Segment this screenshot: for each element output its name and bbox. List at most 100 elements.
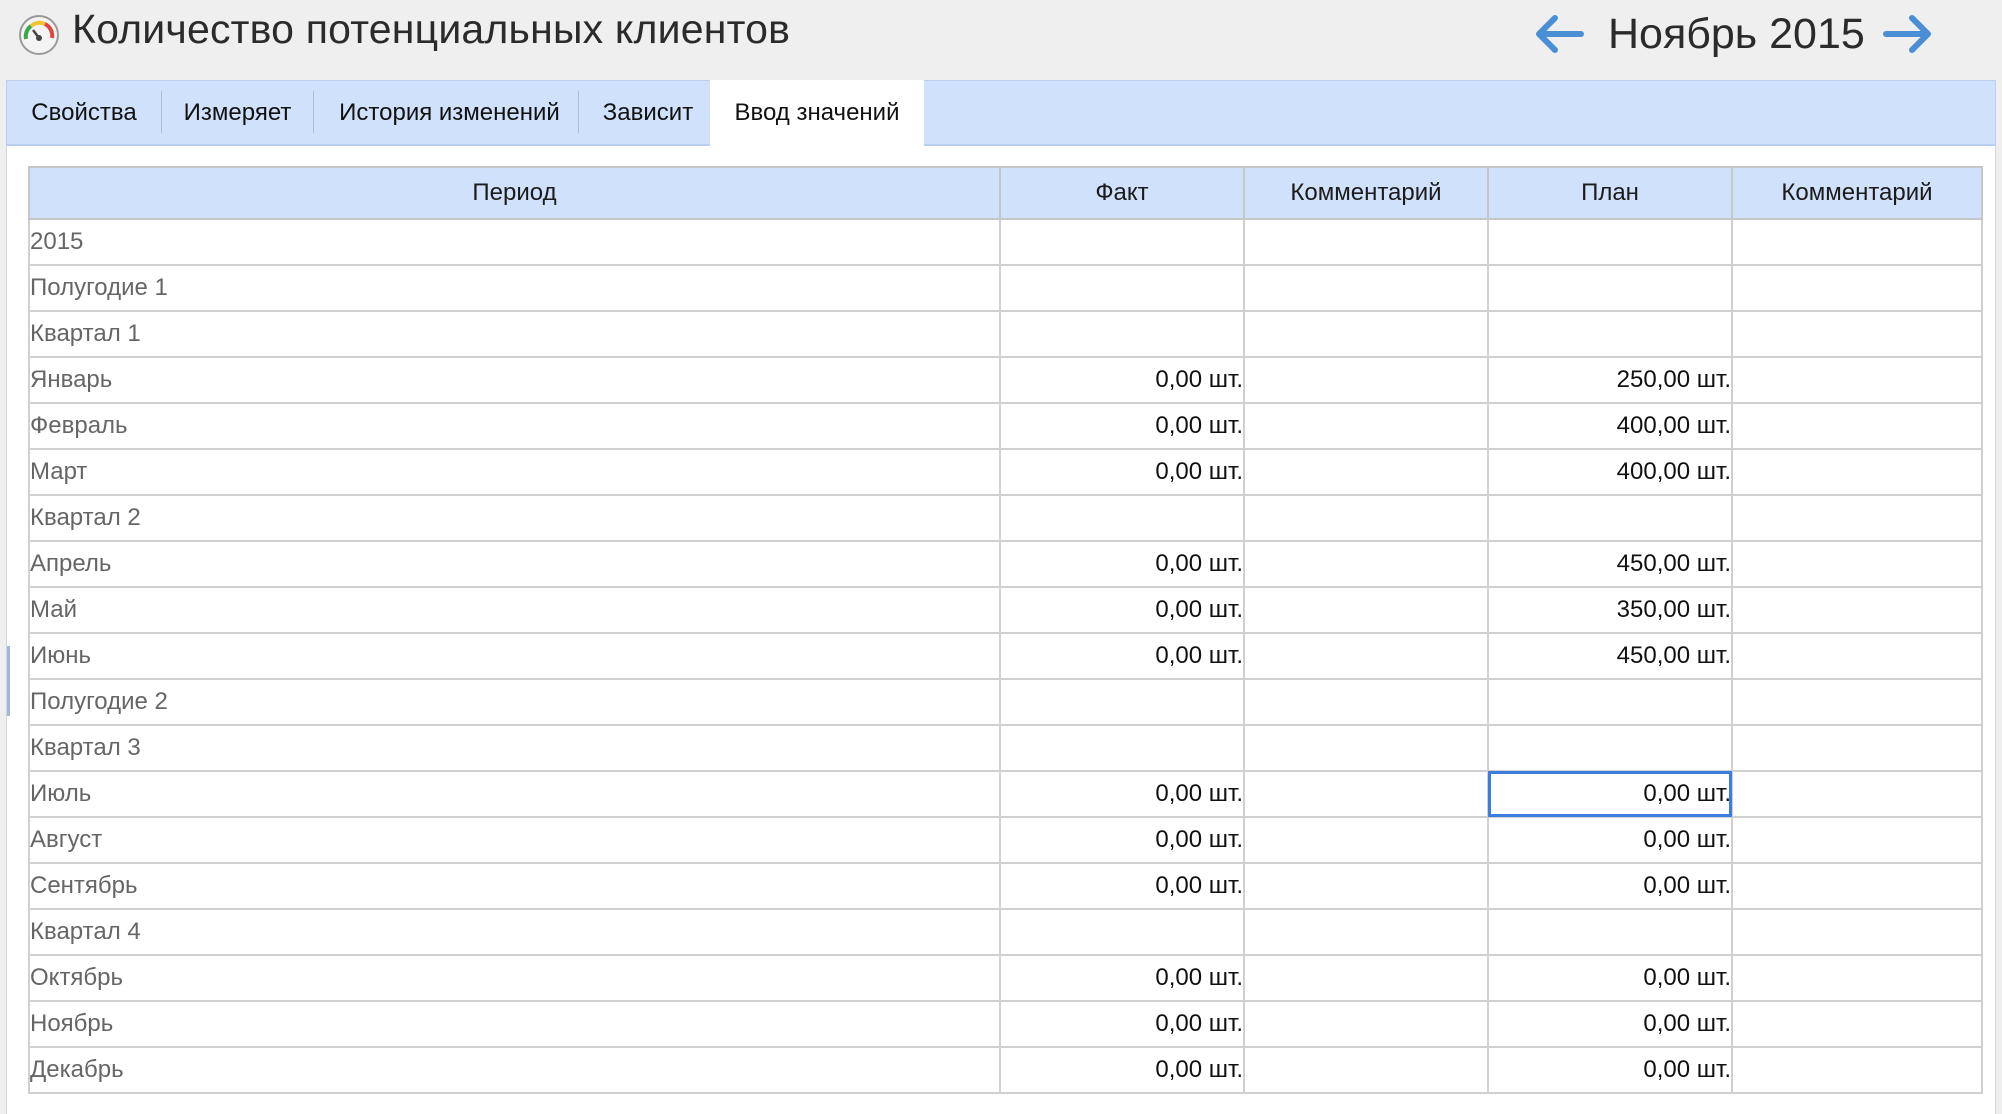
table-row: Февраль 0,00 шт. 400,00 шт. [28,402,1983,450]
plan-comment-cell[interactable] [1731,954,1983,1002]
resize-handle[interactable] [7,646,10,716]
plan-comment-cell[interactable] [1731,218,1983,266]
fact-comment-cell[interactable] [1243,264,1489,312]
period-cell: Квартал 4 [28,908,1001,956]
fact-comment-cell[interactable] [1243,494,1489,542]
fact-value-cell[interactable] [999,218,1245,266]
column-header-fact[interactable]: Факт [999,166,1245,220]
arrow-left-icon[interactable] [1531,12,1585,56]
plan-comment-cell[interactable] [1731,310,1983,358]
column-header-plan-comment[interactable]: Комментарий [1731,166,1983,220]
plan-comment-cell[interactable] [1731,402,1983,450]
plan-value-cell[interactable]: 450,00 шт. [1487,632,1733,680]
plan-value-cell[interactable]: 0,00 шт. [1487,862,1733,910]
plan-value-cell[interactable] [1487,908,1733,956]
fact-value-cell[interactable]: 0,00 шт. [999,862,1245,910]
current-period: Ноябрь 2015 [1608,10,1865,58]
fact-value-cell[interactable]: 0,00 шт. [999,356,1245,404]
tab-change-history[interactable]: История изменений [314,81,585,145]
tab-depends[interactable]: Зависит [579,81,717,145]
fact-comment-cell[interactable] [1243,540,1489,588]
plan-comment-cell[interactable] [1731,448,1983,496]
tab-value-entry[interactable]: Ввод значений [710,80,924,146]
plan-value-cell[interactable] [1487,724,1733,772]
table-row: Квартал 2 [28,494,1983,542]
fact-comment-cell[interactable] [1243,954,1489,1002]
fact-value-cell[interactable] [999,310,1245,358]
table-row: Июнь 0,00 шт. 450,00 шт. [28,632,1983,680]
fact-value-cell[interactable] [999,494,1245,542]
plan-value-cell[interactable] [1487,264,1733,312]
plan-value-cell[interactable]: 350,00 шт. [1487,586,1733,634]
fact-value-cell[interactable]: 0,00 шт. [999,1000,1245,1048]
plan-value-cell[interactable]: 0,00 шт. [1487,816,1733,864]
plan-value-cell[interactable] [1487,310,1733,358]
fact-value-cell[interactable]: 0,00 шт. [999,954,1245,1002]
tab-measures[interactable]: Измеряет [162,81,313,145]
plan-value-cell[interactable]: 250,00 шт. [1487,356,1733,404]
fact-comment-cell[interactable] [1243,632,1489,680]
fact-comment-cell[interactable] [1243,816,1489,864]
plan-comment-cell[interactable] [1731,862,1983,910]
plan-value-cell[interactable]: 450,00 шт. [1487,540,1733,588]
fact-comment-cell[interactable] [1243,218,1489,266]
fact-value-cell[interactable] [999,264,1245,312]
fact-value-cell[interactable]: 0,00 шт. [999,770,1245,818]
fact-comment-cell[interactable] [1243,862,1489,910]
period-cell: Апрель [28,540,1001,588]
plan-value-cell[interactable]: 400,00 шт. [1487,402,1733,450]
fact-comment-cell[interactable] [1243,586,1489,634]
fact-comment-cell[interactable] [1243,310,1489,358]
plan-comment-cell[interactable] [1731,494,1983,542]
plan-value-cell[interactable] [1487,678,1733,726]
tab-properties[interactable]: Свойства [7,81,161,145]
plan-comment-cell[interactable] [1731,724,1983,772]
fact-comment-cell[interactable] [1243,908,1489,956]
column-header-fact-comment[interactable]: Комментарий [1243,166,1489,220]
plan-value-cell[interactable]: 0,00 шт. [1487,1046,1733,1094]
table-row: Ноябрь 0,00 шт. 0,00 шт. [28,1000,1983,1048]
plan-comment-cell[interactable] [1731,356,1983,404]
plan-comment-cell[interactable] [1731,678,1983,726]
fact-value-cell[interactable]: 0,00 шт. [999,586,1245,634]
fact-comment-cell[interactable] [1243,1000,1489,1048]
fact-comment-cell[interactable] [1243,448,1489,496]
plan-value-cell[interactable]: 0,00 шт. [1487,954,1733,1002]
period-cell: Квартал 3 [28,724,1001,772]
plan-comment-cell[interactable] [1731,816,1983,864]
fact-comment-cell[interactable] [1243,724,1489,772]
fact-value-cell[interactable] [999,724,1245,772]
plan-comment-cell[interactable] [1731,1046,1983,1094]
fact-value-cell[interactable]: 0,00 шт. [999,402,1245,450]
arrow-right-icon[interactable] [1882,12,1936,56]
column-header-plan[interactable]: План [1487,166,1733,220]
fact-value-cell[interactable]: 0,00 шт. [999,816,1245,864]
plan-value-cell[interactable] [1487,494,1733,542]
fact-value-cell[interactable]: 0,00 шт. [999,1046,1245,1094]
plan-value-cell[interactable] [1487,218,1733,266]
plan-comment-cell[interactable] [1731,540,1983,588]
plan-comment-cell[interactable] [1731,770,1983,818]
column-header-period[interactable]: Период [28,166,1001,220]
plan-comment-cell[interactable] [1731,586,1983,634]
period-cell: Январь [28,356,1001,404]
fact-comment-cell[interactable] [1243,1046,1489,1094]
plan-value-cell[interactable]: 0,00 шт. [1487,770,1733,818]
fact-value-cell[interactable] [999,908,1245,956]
header-bar: Количество потенциальных клиентов Ноябрь… [0,0,2002,80]
plan-comment-cell[interactable] [1731,1000,1983,1048]
fact-comment-cell[interactable] [1243,356,1489,404]
fact-value-cell[interactable] [999,678,1245,726]
plan-comment-cell[interactable] [1731,632,1983,680]
fact-comment-cell[interactable] [1243,402,1489,450]
plan-comment-cell[interactable] [1731,908,1983,956]
period-cell: 2015 [28,218,1001,266]
fact-value-cell[interactable]: 0,00 шт. [999,632,1245,680]
plan-value-cell[interactable]: 400,00 шт. [1487,448,1733,496]
fact-value-cell[interactable]: 0,00 шт. [999,448,1245,496]
fact-comment-cell[interactable] [1243,770,1489,818]
plan-comment-cell[interactable] [1731,264,1983,312]
plan-value-cell[interactable]: 0,00 шт. [1487,1000,1733,1048]
fact-comment-cell[interactable] [1243,678,1489,726]
fact-value-cell[interactable]: 0,00 шт. [999,540,1245,588]
